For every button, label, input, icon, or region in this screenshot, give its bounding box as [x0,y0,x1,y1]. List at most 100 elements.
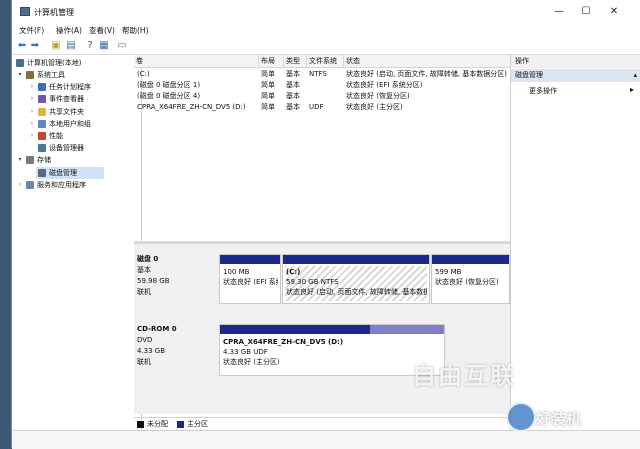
partition-text: 100 MB 状态良好 (EFI 系统分区) [223,267,278,287]
tree-expander-icon[interactable]: ▾ [16,154,24,166]
actions-section-label: 磁盘管理 [515,71,543,79]
volume-cell: NTFS [309,70,327,78]
device-manager-icon [38,144,46,153]
volume-cell: UDF [309,103,324,111]
partition-recovery[interactable]: 599 MB 状态良好 (恢复分区) [431,254,510,304]
volume-cell: (磁盘 0 磁盘分区 1) [137,81,201,89]
cdrom0-name: CD-ROM 0 [137,325,177,333]
menu-bar: 文件(F) 操作(A) 查看(V) 帮助(H) [12,24,640,38]
menu-action[interactable]: 操作(A) [56,25,82,36]
watermark-brand1: 自由互联 [412,362,516,390]
title-bar: 计算机管理 — ☐ ✕ [12,0,640,24]
tree-expander-icon[interactable]: › [28,130,36,142]
menu-help[interactable]: 帮助(H) [122,25,149,36]
volume-list-header: 卷 布局 类型 文件系统 状态 [134,55,510,68]
disk0-type: 基本 [137,266,151,274]
volume-row[interactable]: (磁盘 0 磁盘分区 1) 简单 基本 状态良好 (EFI 系统分区) [134,80,510,91]
watermark-logo [506,402,536,432]
volume-row[interactable]: CPRA_X64FRE_ZH-CN_DV5 (D:) 简单 基本 UDF 状态良好 (主… [134,102,510,113]
more-actions-arrow-icon[interactable]: ▸ [630,85,634,94]
volume-cell: (C:) [137,70,150,78]
watermark-brand2: 好装机 [536,410,582,428]
cdrom0-size: 4.33 GB [137,347,166,355]
tree-item[interactable]: › 任务计划程序 [12,81,140,93]
col-type[interactable]: 类型 [284,55,307,67]
disk-legend: 未分配 主分区 [134,417,510,431]
minimize-button[interactable]: — [545,3,573,21]
tree-item[interactable]: ▾ 存储 [12,154,140,166]
col-layout[interactable]: 布局 [259,55,284,67]
volume-row[interactable]: (C:) 简单 基本 NTFS 状态良好 (启动, 页面文件, 故障转储, 基本数据分区… [134,69,510,80]
properties-icon[interactable]: ▦ [98,40,110,52]
volume-row[interactable]: (磁盘 0 磁盘分区 4) 简单 基本 状态良好 (恢复分区) [134,91,510,102]
menu-file[interactable]: 文件(F) [19,25,44,36]
col-filesystem[interactable]: 文件系统 [307,55,344,67]
partition-title: (C:) [286,268,301,276]
volume-cell: 状态良好 (恢复分区) [346,92,410,100]
tree-item[interactable]: 磁盘管理 [36,166,104,179]
partition-bar [220,255,280,264]
tree-expander-icon[interactable]: › [28,118,36,130]
tree-item[interactable]: › 服务和应用程序 [12,179,140,191]
close-button[interactable]: ✕ [600,3,628,21]
partition-size: 599 MB [435,268,462,276]
computer-icon [16,59,24,67]
view-icon[interactable]: ▭ [116,40,128,52]
tree-expander-icon[interactable]: › [16,179,24,191]
help-icon[interactable]: ? [84,40,96,52]
tools-icon [26,71,34,79]
maximize-button[interactable]: ☐ [572,3,600,21]
tree-item-label: 本地用户和组 [49,119,91,128]
back-arrow-icon[interactable]: ⬅ [16,40,28,52]
volume-cell: 基本 [286,70,300,78]
volume-cell: 状态良好 (启动, 页面文件, 故障转储, 基本数据分区) [346,70,508,78]
tree-expander-icon[interactable]: › [28,93,36,105]
up-folder-icon[interactable]: ▣ [50,40,62,52]
volume-cell: 状态良好 (EFI 系统分区) [346,81,423,89]
col-volume[interactable]: 卷 [134,55,259,67]
status-bar [12,430,640,449]
tree-item[interactable]: 设备管理器 [12,142,140,154]
menu-view[interactable]: 查看(V) [89,25,115,36]
disk0-label[interactable]: 磁盘 0 基本 59.98 GB 联机 [137,254,207,314]
clock-icon [38,83,46,92]
show-hide-tree-icon[interactable]: ▤ [65,40,77,52]
disk0-status: 联机 [137,288,151,296]
volume-cell: CPRA_X64FRE_ZH-CN_DV5 (D:) [137,103,246,111]
cdrom0-label[interactable]: CD-ROM 0 DVD 4.33 GB 联机 [137,324,207,384]
volume-cell: (磁盘 0 磁盘分区 4) [137,92,201,100]
tree-item-label: 服务和应用程序 [37,180,86,189]
shared-folder-icon [38,107,46,116]
partition-efi[interactable]: 100 MB 状态良好 (EFI 系统分区) [219,254,281,304]
tree-item[interactable]: ▾ 系统工具 [12,69,140,81]
forward-arrow-icon[interactable]: ➡ [29,40,41,52]
partition-size: 59.30 GB NTFS [286,278,339,286]
volume-cell: 简单 [261,92,275,100]
partition-bar [432,255,509,264]
tree-item[interactable]: › 共享文件夹 [12,106,140,118]
tree-item[interactable]: › 事件查看器 [12,93,140,105]
unallocated-swatch [137,421,144,428]
volume-cell: 简单 [261,70,275,78]
disk0-size: 59.98 GB [137,277,170,285]
tree-expander-icon[interactable]: ▾ [16,69,24,81]
partition-bar [220,325,370,334]
volume-cell: 基本 [286,92,300,100]
actions-section-disk-management[interactable]: 磁盘管理 ▴ [511,69,640,82]
volume-cell: 基本 [286,81,300,89]
disk0-name: 磁盘 0 [137,255,159,263]
partition-bar-light [370,325,444,334]
tree-item[interactable]: › 性能 [12,130,140,142]
primary-partition-swatch [177,421,184,428]
tree-item-label: 设备管理器 [49,144,84,153]
tree-item-label: 存储 [37,156,51,165]
tree-root[interactable]: 计算机管理(本地) [12,57,140,69]
more-actions[interactable]: 更多操作 [529,86,557,96]
partition-c[interactable]: (C:) 59.30 GB NTFS 状态良好 (启动, 页面文件, 故障转储,… [282,254,430,304]
users-icon [38,119,46,128]
tree-expander-icon[interactable]: › [28,81,36,93]
col-status[interactable]: 状态 [344,55,510,67]
tree-expander-icon[interactable]: › [28,106,36,118]
tree-root-label: 计算机管理(本地) [27,59,82,67]
tree-item[interactable]: › 本地用户和组 [12,118,140,130]
